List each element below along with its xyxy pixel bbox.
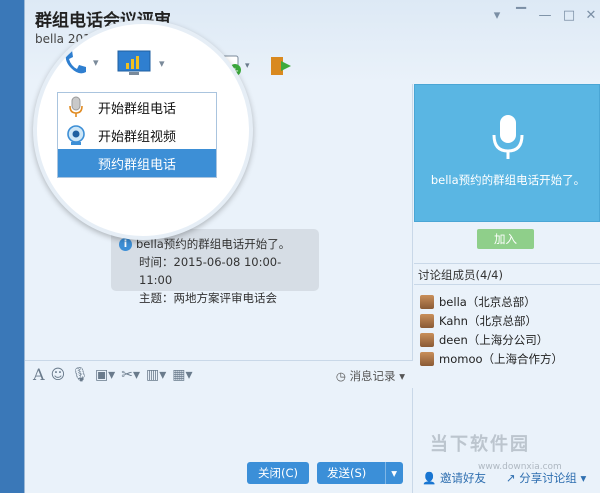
screenshot-icon[interactable]: ✂▾	[121, 367, 140, 383]
list-item[interactable]: Kahn（北京总部）	[420, 311, 563, 330]
chevron-down-icon: ▾	[580, 471, 587, 485]
microphone-icon	[64, 95, 88, 119]
clock-icon: ◷	[335, 369, 346, 383]
send-button[interactable]: 发送(S) ▾	[317, 462, 403, 484]
font-icon[interactable]: A	[33, 365, 45, 384]
notice-time: 时间：2015-06-08 10:00-11:00	[139, 255, 282, 287]
watermark-logo: 当下软件园	[430, 434, 530, 455]
list-item[interactable]: deen（上海分公司）	[420, 330, 563, 349]
maximize-icon[interactable]: □	[561, 8, 577, 23]
menu-item-label: 预约群组电话	[98, 157, 177, 173]
notice-line1: bella预约的群组电话开始了。	[136, 237, 291, 251]
history-label: 消息记录	[349, 369, 396, 383]
member-name: bella（北京总部）	[439, 294, 536, 309]
list-item[interactable]: momoo（上海合作方）	[420, 349, 563, 368]
call-status-text: bella预约的群组电话开始了。	[430, 173, 586, 187]
exit-icon[interactable]	[269, 54, 293, 78]
poll-icon[interactable]: ▥▾	[146, 367, 166, 383]
avatar	[420, 313, 434, 328]
avatar	[420, 351, 434, 366]
join-button[interactable]: 加入	[477, 229, 534, 249]
screen-share-dropdown[interactable]: ▾	[117, 50, 165, 76]
history-button[interactable]: ◷ 消息记录 ▾	[336, 368, 405, 384]
group-call-box: bella预约的群组电话开始了。	[414, 84, 600, 222]
call-menu: 开始群组电话 开始群组视频 预约群组电话	[57, 92, 217, 178]
add-user-icon: 👤	[422, 471, 437, 485]
menu-item-label: 开始群组视频	[98, 129, 177, 145]
send-label: 发送(S)	[327, 466, 367, 480]
calendar-icon	[64, 151, 88, 175]
member-name: momoo（上海合作方）	[439, 351, 564, 366]
invite-friends-button[interactable]: 👤 邀请好友	[422, 470, 486, 486]
notice-topic: 主题：两地方案评审电话会	[139, 291, 277, 305]
avatar	[420, 294, 434, 309]
invite-label: 邀请好友	[439, 471, 486, 485]
close-button[interactable]: 关闭(C)	[247, 462, 309, 484]
share-label: 分享讨论组	[519, 471, 577, 485]
magnifier-callout: ▾ ▾ 开始群组电话 开始群组视频 预约群组电话	[33, 20, 253, 240]
member-name: deen（上海分公司）	[439, 332, 549, 347]
microphone-icon	[492, 115, 524, 159]
menu-item-schedule-group-call[interactable]: 预约群组电话	[58, 149, 216, 177]
send-options-icon[interactable]: ▾	[385, 462, 397, 484]
image-icon[interactable]: ▣▾	[95, 367, 115, 383]
menu-item-label: 开始群组电话	[98, 101, 177, 117]
minimize-button-icon[interactable]: —	[537, 8, 553, 23]
member-name: Kahn（北京总部）	[439, 313, 537, 328]
members-header: 讨论组成员(4/4)	[414, 263, 600, 285]
share-group-button[interactable]: ↗ 分享讨论组 ▾	[506, 470, 586, 486]
emoji-icon[interactable]: ☺	[51, 367, 66, 383]
chevron-down-icon: ▾	[159, 56, 165, 70]
screen-share-icon	[117, 50, 151, 75]
input-toolbar: A ☺ 🎙 ▣▾ ✂▾ ▥▾ ▦▾ ◷ 消息记录 ▾	[25, 360, 413, 388]
chevron-down-icon: ▾	[93, 55, 99, 69]
phone-icon	[65, 50, 86, 74]
skin-icon[interactable]: ▾	[489, 8, 505, 23]
watermark-url: www.downxia.com	[478, 462, 562, 472]
menu-item-start-group-call[interactable]: 开始群组电话	[58, 93, 216, 121]
member-list: bella（北京总部） Kahn（北京总部） deen（上海分公司） momoo…	[420, 292, 563, 368]
minimize-icon[interactable]: ▔	[513, 8, 529, 23]
message-input[interactable]: 关闭(C) 发送(S) ▾	[25, 388, 413, 493]
list-item[interactable]: bella（北京总部）	[420, 292, 563, 311]
schedule-icon[interactable]: ▦▾	[172, 367, 192, 383]
close-icon[interactable]: ✕	[583, 8, 599, 23]
info-icon: i	[119, 238, 132, 251]
chat-window: 群组电话会议评审 bella 2015-06-08 ▾ ▔ — □ ✕ + ▾ …	[24, 0, 600, 493]
menu-item-start-group-video[interactable]: 开始群组视频	[58, 121, 216, 149]
voice-icon[interactable]: 🎙	[71, 367, 89, 383]
chevron-down-icon: ▾	[399, 369, 405, 383]
share-icon: ↗	[506, 471, 516, 485]
phone-dropdown[interactable]: ▾	[61, 48, 99, 76]
avatar	[420, 332, 434, 347]
webcam-icon	[64, 123, 88, 147]
